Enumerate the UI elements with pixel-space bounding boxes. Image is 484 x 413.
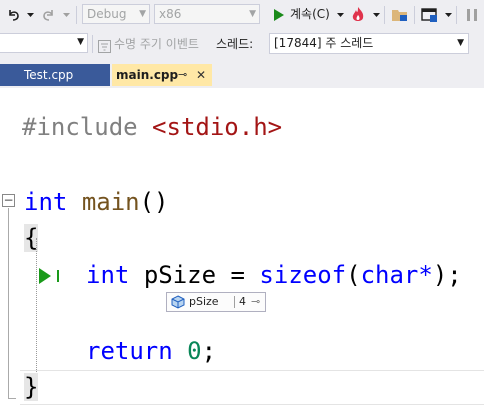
include-header: <stdio.h> <box>152 113 283 141</box>
close-paren-semicolon: ); <box>432 261 462 289</box>
lifecycle-events-button[interactable]: 수명 주기 이벤트 <box>114 34 199 54</box>
current-statement-arrow-icon[interactable] <box>38 266 64 290</box>
pause-icon[interactable] <box>464 4 480 26</box>
debug-location-toolbar: ▼ 수명 주기 이벤트 스레드: [17844] 주 스레드 ▼ <box>0 30 484 59</box>
continue-button[interactable]: 계속(C) <box>290 4 330 24</box>
function-name: main <box>81 188 140 216</box>
window-layout-icon[interactable] <box>420 4 440 26</box>
tab-main-cpp[interactable]: main.cpp ⊸ ✕ <box>112 64 212 86</box>
assign-operator: = <box>230 261 245 289</box>
pin-icon[interactable]: ⊸ <box>178 64 187 86</box>
toolbar-separator <box>414 6 415 24</box>
hot-reload-dropdown-icon[interactable] <box>372 6 380 24</box>
keyword-return: return <box>86 337 173 365</box>
close-brace: } <box>24 373 39 401</box>
keyword-int: int <box>86 261 130 289</box>
datatip-psize[interactable]: pSize 4 ⊸ <box>166 292 266 312</box>
flame-icon[interactable] <box>348 4 368 26</box>
tab-label: main.cpp <box>116 68 179 82</box>
close-icon[interactable]: ✕ <box>196 64 206 86</box>
chevron-down-icon: ▼ <box>457 38 464 48</box>
parens: () <box>139 188 169 216</box>
indent-guide <box>36 238 37 378</box>
redo-dropdown-icon[interactable] <box>62 6 70 24</box>
type-char-pointer: char* <box>360 261 433 289</box>
platform-value: x86 <box>159 7 182 21</box>
editor-gutter <box>0 88 20 413</box>
process-combo[interactable]: ▼ <box>0 33 88 53</box>
main-toolbar: Debug ▼ x86 ▼ 계속(C) <box>0 0 484 31</box>
keyword-int: int <box>24 188 68 216</box>
variable-icon <box>171 295 185 315</box>
undo-dropdown-icon[interactable] <box>26 6 34 24</box>
solution-platform-combo[interactable]: x86 ▼ <box>154 4 260 24</box>
thread-value: [17844] 주 스레드 <box>274 36 374 50</box>
toolbar-separator <box>92 35 93 53</box>
thread-combo[interactable]: [17844] 주 스레드 ▼ <box>269 33 469 54</box>
solution-configuration-combo[interactable]: Debug ▼ <box>82 4 150 24</box>
datatip-name: pSize <box>189 295 219 308</box>
toolbar-separator <box>384 6 385 24</box>
code-line-return: return 0; <box>86 336 216 366</box>
configuration-value: Debug <box>87 7 127 21</box>
variable-psize[interactable]: pSize <box>144 261 216 289</box>
chevron-down-icon: ▼ <box>249 9 256 19</box>
semicolon: ; <box>201 337 217 365</box>
chevron-down-icon: ▼ <box>77 37 84 47</box>
redo-icon[interactable] <box>38 4 58 26</box>
thread-label: 스레드: <box>216 37 254 51</box>
play-icon[interactable] <box>270 4 288 26</box>
tab-test-cpp[interactable]: Test.cpp <box>18 64 110 86</box>
layout-dropdown-icon[interactable] <box>444 6 452 24</box>
current-line-highlight-top <box>20 370 484 371</box>
minus-box-icon[interactable]: − <box>2 194 15 207</box>
toolbar-separator <box>76 6 77 24</box>
code-line-main-signature: int main() <box>24 187 169 217</box>
folder-icon[interactable] <box>390 4 410 26</box>
datatip-separator <box>234 296 235 308</box>
outline-collapse-line <box>8 208 9 398</box>
document-tab-strip: Test.cpp main.cpp ⊸ ✕ <box>0 58 484 146</box>
code-line-psize: int pSize = sizeof(char*); <box>86 260 462 290</box>
code-line-include: #include <stdio.h> <box>22 112 282 142</box>
return-value: 0 <box>187 337 202 365</box>
datatip-value[interactable]: 4 <box>239 293 246 311</box>
code-line-close-brace: } <box>24 372 39 402</box>
continue-dropdown-icon[interactable] <box>336 6 344 24</box>
toolbar-separator <box>456 6 457 24</box>
filter-icon[interactable] <box>98 38 111 57</box>
current-line-highlight-bottom <box>20 404 484 405</box>
tab-label: Test.cpp <box>24 68 74 82</box>
chevron-down-icon: ▼ <box>139 9 146 19</box>
preprocessor-directive: #include <box>22 113 138 141</box>
keyword-sizeof: sizeof <box>259 261 347 289</box>
code-editor[interactable]: #include <stdio.h> − int main() { int pS… <box>0 88 484 413</box>
open-paren: ( <box>346 261 361 289</box>
undo-icon[interactable] <box>4 4 24 26</box>
outline-collapse-end <box>8 398 16 399</box>
tab-overflow-area <box>0 64 18 86</box>
pin-icon[interactable]: ⊸ <box>251 293 260 311</box>
